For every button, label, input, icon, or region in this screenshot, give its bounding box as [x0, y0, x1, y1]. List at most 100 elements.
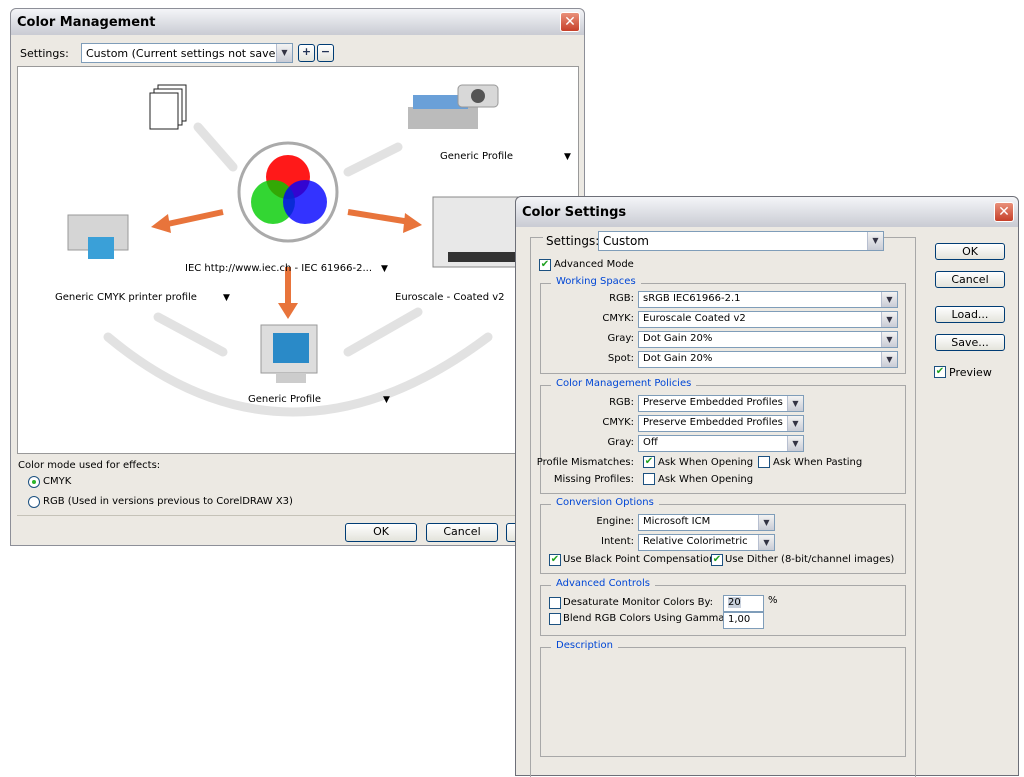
- color-settings-dialog: Color Settings ✕ Settings: Custom ▼ ✔ Adv…: [515, 196, 1019, 777]
- chevron-down-icon: ▼: [276, 44, 292, 62]
- policy-rgb-label: RGB:: [609, 397, 634, 408]
- select-value: Euroscale Coated v2: [643, 313, 746, 324]
- dither-label: Use Dither (8-bit/channel images): [725, 554, 895, 565]
- monitor-profile-label[interactable]: Generic Profile: [248, 394, 321, 405]
- gray-arrow-scanner: [343, 142, 403, 177]
- settings-value: Custom: [603, 234, 649, 248]
- ok-button[interactable]: OK: [345, 523, 417, 542]
- ws-spot-select[interactable]: Dot Gain 20% ▼: [638, 351, 898, 368]
- rgb-profile-label[interactable]: IEC http://www.iec.ch - IEC 61966-2...: [185, 263, 372, 274]
- ok-button[interactable]: OK: [935, 243, 1005, 260]
- group-title: Conversion Options: [551, 497, 659, 508]
- dither-checkbox[interactable]: ✔: [711, 554, 723, 566]
- arrowhead-down: [278, 303, 298, 319]
- engine-select[interactable]: Microsoft ICM ▼: [638, 514, 775, 531]
- title-bar: Color Management ✕: [11, 9, 584, 35]
- rgb-circle-icon: [237, 141, 339, 243]
- orange-arrow-left: [162, 209, 224, 228]
- monitor-icon: [260, 324, 318, 383]
- policy-rgb-select[interactable]: Preserve Embedded Profiles ▼: [638, 395, 804, 412]
- mismatch-ask-opening-label: Ask When Opening: [658, 457, 754, 468]
- chevron-down-icon: ▼: [881, 292, 897, 307]
- percent-unit: %: [768, 595, 778, 606]
- cmyk-radio-label: CMYK: [43, 476, 72, 487]
- ws-cmyk-label: CMYK:: [602, 313, 634, 324]
- mismatch-ask-opening-checkbox[interactable]: ✔: [643, 456, 655, 468]
- settings-select[interactable]: Custom ▼: [598, 231, 884, 251]
- rgb-profile-dropdown-icon[interactable]: ▼: [381, 264, 388, 274]
- scanner-profile-label[interactable]: Generic Profile: [440, 151, 513, 162]
- policy-gray-select[interactable]: Off ▼: [638, 435, 804, 452]
- blend-gamma-checkbox[interactable]: [549, 613, 561, 625]
- printer-profile-dropdown-icon[interactable]: ▼: [223, 293, 230, 303]
- missing-ask-opening-checkbox[interactable]: [643, 473, 655, 485]
- settings-label: Settings:: [543, 234, 603, 248]
- desaturate-input[interactable]: 20: [723, 595, 764, 612]
- scanner-profile-dropdown-icon[interactable]: ▼: [564, 152, 571, 162]
- press-profile-label[interactable]: Euroscale - Coated v2: [395, 292, 505, 303]
- missing-ask-opening-label: Ask When Opening: [658, 474, 754, 485]
- preview-checkbox[interactable]: ✔: [934, 366, 946, 378]
- preview-label: Preview: [949, 366, 992, 379]
- cancel-button[interactable]: Cancel: [935, 271, 1005, 288]
- black-point-label: Use Black Point Compensation: [563, 554, 716, 565]
- close-button[interactable]: ✕: [560, 12, 580, 32]
- engine-label: Engine:: [596, 516, 634, 527]
- select-value: Microsoft ICM: [643, 516, 711, 527]
- cmyk-radio[interactable]: [28, 476, 40, 488]
- select-value: Relative Colorimetric: [643, 536, 748, 547]
- select-value: sRGB IEC61966-2.1: [643, 293, 741, 304]
- dialog-title: Color Management: [17, 15, 156, 30]
- description-group: Description: [540, 640, 906, 757]
- mismatch-ask-pasting-label: Ask When Pasting: [773, 457, 863, 468]
- close-button[interactable]: ✕: [994, 202, 1014, 222]
- monitor-profile-dropdown-icon[interactable]: ▼: [383, 395, 390, 405]
- color-management-dialog: Color Management ✕ Settings: Custom (Cur…: [10, 8, 585, 546]
- chevron-down-icon: ▼: [758, 535, 774, 550]
- scanner-camera-icon: [408, 84, 499, 129]
- chevron-down-icon: ▼: [867, 232, 883, 250]
- policy-cmyk-select[interactable]: Preserve Embedded Profiles ▼: [638, 415, 804, 432]
- chevron-down-icon: ▼: [787, 396, 803, 411]
- intent-select[interactable]: Relative Colorimetric ▼: [638, 534, 775, 551]
- missing-profiles-label: Missing Profiles:: [553, 474, 634, 485]
- cancel-button[interactable]: Cancel: [426, 523, 498, 542]
- select-value: Off: [643, 437, 658, 448]
- ws-gray-select[interactable]: Dot Gain 20% ▼: [638, 331, 898, 348]
- orange-arrow-right: [347, 209, 411, 225]
- group-title: Advanced Controls: [551, 578, 655, 589]
- printer-profile-label[interactable]: Generic CMYK printer profile: [55, 292, 197, 303]
- ws-cmyk-select[interactable]: Euroscale Coated v2 ▼: [638, 311, 898, 328]
- group-title: Description: [551, 640, 618, 651]
- ws-rgb-select[interactable]: sRGB IEC61966-2.1 ▼: [638, 291, 898, 308]
- policy-gray-label: Gray:: [607, 437, 634, 448]
- effects-mode-label: Color mode used for effects:: [18, 460, 161, 471]
- settings-select[interactable]: Custom (Current settings not saved) ▼: [81, 43, 293, 63]
- black-point-checkbox[interactable]: ✔: [549, 554, 561, 566]
- group-title: Color Management Policies: [551, 378, 697, 389]
- ws-gray-label: Gray:: [607, 333, 634, 344]
- arrowhead-left: [151, 214, 171, 233]
- settings-label: Settings:: [20, 47, 69, 60]
- chevron-down-icon: ▼: [758, 515, 774, 530]
- select-value: Preserve Embedded Profiles: [643, 417, 783, 428]
- remove-preset-button[interactable]: −: [317, 44, 334, 62]
- ws-rgb-label: RGB:: [609, 293, 634, 304]
- save-button[interactable]: Save...: [935, 334, 1005, 351]
- select-value: Dot Gain 20%: [643, 333, 713, 344]
- intent-label: Intent:: [601, 536, 634, 547]
- gray-arrow-printer-monitor: [153, 312, 228, 357]
- blend-gamma-input[interactable]: 1,00: [723, 612, 764, 629]
- desaturate-checkbox[interactable]: [549, 597, 561, 609]
- advanced-mode-label: Advanced Mode: [554, 259, 634, 270]
- rgb-radio[interactable]: [28, 496, 40, 508]
- mismatch-ask-pasting-checkbox[interactable]: [758, 456, 770, 468]
- load-button[interactable]: Load...: [935, 306, 1005, 323]
- add-preset-button[interactable]: +: [298, 44, 315, 62]
- chevron-down-icon: ▼: [881, 312, 897, 327]
- arrowhead-right: [403, 213, 422, 233]
- color-workflow-diagram: Generic Profile ▼ IEC http://www.iec.ch …: [17, 66, 581, 454]
- dialog-title: Color Settings: [522, 205, 627, 220]
- advanced-mode-checkbox[interactable]: ✔: [539, 259, 551, 271]
- ws-spot-label: Spot:: [607, 353, 634, 364]
